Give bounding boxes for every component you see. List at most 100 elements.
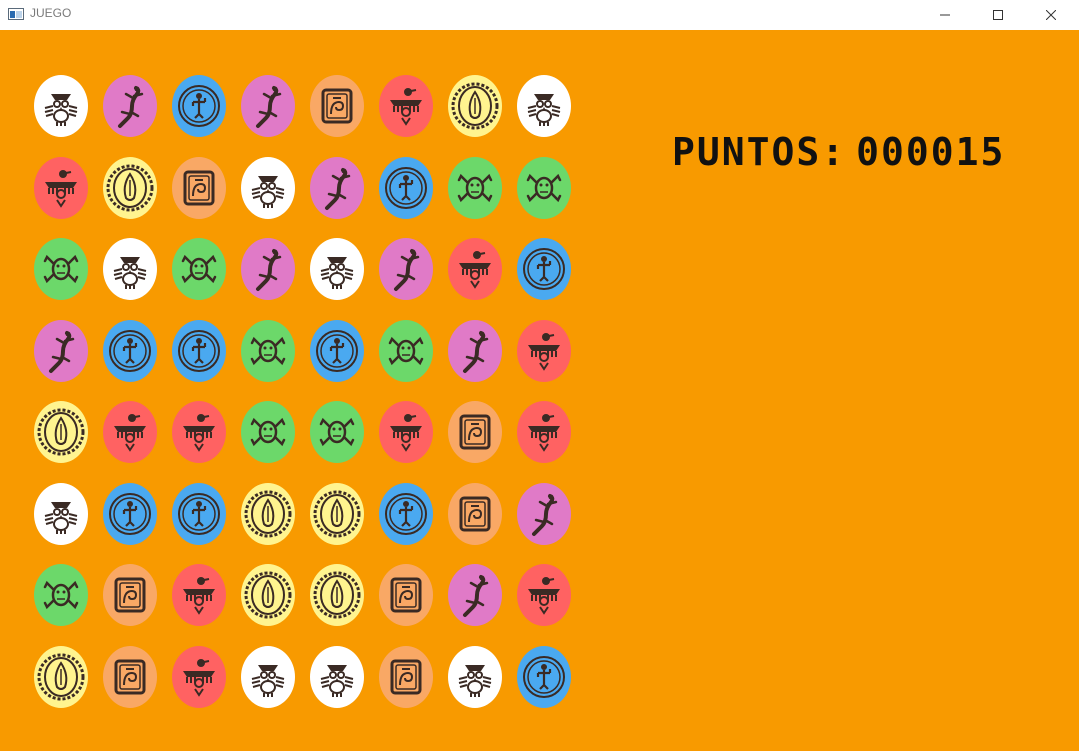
title-bar[interactable]: JUEGO (0, 0, 1079, 30)
tile-green[interactable] (516, 156, 572, 220)
sun-seed-icon (241, 564, 295, 626)
maximize-button[interactable] (975, 0, 1021, 30)
owl-icon (103, 238, 157, 300)
tile-green[interactable] (378, 319, 434, 383)
tile-blue[interactable] (171, 319, 227, 383)
tile-green[interactable] (33, 563, 89, 627)
minimize-button[interactable] (922, 0, 968, 30)
tile-peach[interactable] (102, 645, 158, 709)
sun-seed-icon (34, 646, 88, 708)
tile-peach[interactable] (447, 400, 503, 464)
tile-peach[interactable] (171, 156, 227, 220)
tile-green[interactable] (240, 400, 296, 464)
tile-white[interactable] (240, 645, 296, 709)
tile-pink[interactable] (240, 237, 296, 301)
spiral-square-icon (379, 646, 433, 708)
tile-blue[interactable] (171, 482, 227, 546)
tile-peach[interactable] (447, 482, 503, 546)
close-button[interactable] (1028, 0, 1074, 30)
tile-red[interactable] (378, 74, 434, 138)
tile-yellow[interactable] (33, 400, 89, 464)
tile-red[interactable] (171, 400, 227, 464)
tile-white[interactable] (33, 74, 89, 138)
tile-white[interactable] (516, 74, 572, 138)
tile-blue[interactable] (378, 482, 434, 546)
tile-green[interactable] (447, 156, 503, 220)
tile-peach[interactable] (378, 563, 434, 627)
bird-icon (517, 401, 571, 463)
minimize-icon (940, 14, 950, 16)
tile-red[interactable] (516, 319, 572, 383)
sun-seed-icon (34, 401, 88, 463)
tile-white[interactable] (240, 156, 296, 220)
tile-red[interactable] (171, 645, 227, 709)
frog-icon (448, 157, 502, 219)
tile-red[interactable] (171, 563, 227, 627)
tile-green[interactable] (309, 400, 365, 464)
window-title: JUEGO (30, 6, 72, 20)
spiral-square-icon (103, 646, 157, 708)
score-label: PUNTOS: (672, 130, 847, 174)
frog-icon (379, 320, 433, 382)
lizard-icon (517, 483, 571, 545)
tile-peach[interactable] (378, 645, 434, 709)
owl-icon (310, 646, 364, 708)
tile-blue[interactable] (378, 156, 434, 220)
frog-icon (517, 157, 571, 219)
tile-red[interactable] (378, 400, 434, 464)
tile-green[interactable] (171, 237, 227, 301)
tile-pink[interactable] (516, 482, 572, 546)
tile-pink[interactable] (447, 563, 503, 627)
tile-white[interactable] (447, 645, 503, 709)
spiral-square-icon (448, 483, 502, 545)
sun-seed-icon (448, 75, 502, 137)
frog-icon (34, 238, 88, 300)
tile-red[interactable] (516, 400, 572, 464)
tile-pink[interactable] (378, 237, 434, 301)
owl-icon (448, 646, 502, 708)
tile-peach[interactable] (309, 74, 365, 138)
tile-blue[interactable] (309, 319, 365, 383)
tile-blue[interactable] (516, 237, 572, 301)
tile-green[interactable] (33, 237, 89, 301)
tile-blue[interactable] (102, 482, 158, 546)
tile-yellow[interactable] (309, 563, 365, 627)
figure-medallion-icon (172, 75, 226, 137)
lizard-icon (448, 320, 502, 382)
tile-white[interactable] (33, 482, 89, 546)
tile-red[interactable] (516, 563, 572, 627)
tile-pink[interactable] (33, 319, 89, 383)
tile-blue[interactable] (171, 74, 227, 138)
tile-yellow[interactable] (240, 482, 296, 546)
tile-white[interactable] (102, 237, 158, 301)
figure-medallion-icon (310, 320, 364, 382)
game-window: JUEGO PUNTOS: 000015 (0, 0, 1079, 751)
tile-peach[interactable] (102, 563, 158, 627)
sun-seed-icon (310, 564, 364, 626)
bird-icon (517, 564, 571, 626)
tile-pink[interactable] (309, 156, 365, 220)
frog-icon (241, 320, 295, 382)
bird-icon (379, 401, 433, 463)
tile-pink[interactable] (447, 319, 503, 383)
tile-yellow[interactable] (240, 563, 296, 627)
tile-blue[interactable] (102, 319, 158, 383)
tile-yellow[interactable] (309, 482, 365, 546)
tile-green[interactable] (240, 319, 296, 383)
sun-seed-icon (310, 483, 364, 545)
tile-board (33, 74, 573, 714)
tile-red[interactable] (447, 237, 503, 301)
tile-red[interactable] (33, 156, 89, 220)
tile-white[interactable] (309, 237, 365, 301)
sun-seed-icon (241, 483, 295, 545)
tile-yellow[interactable] (447, 74, 503, 138)
tile-blue[interactable] (516, 645, 572, 709)
tile-white[interactable] (309, 645, 365, 709)
sun-seed-icon (103, 157, 157, 219)
tile-pink[interactable] (102, 74, 158, 138)
tile-red[interactable] (102, 400, 158, 464)
tile-yellow[interactable] (33, 645, 89, 709)
tile-pink[interactable] (240, 74, 296, 138)
tile-yellow[interactable] (102, 156, 158, 220)
bird-icon (103, 401, 157, 463)
